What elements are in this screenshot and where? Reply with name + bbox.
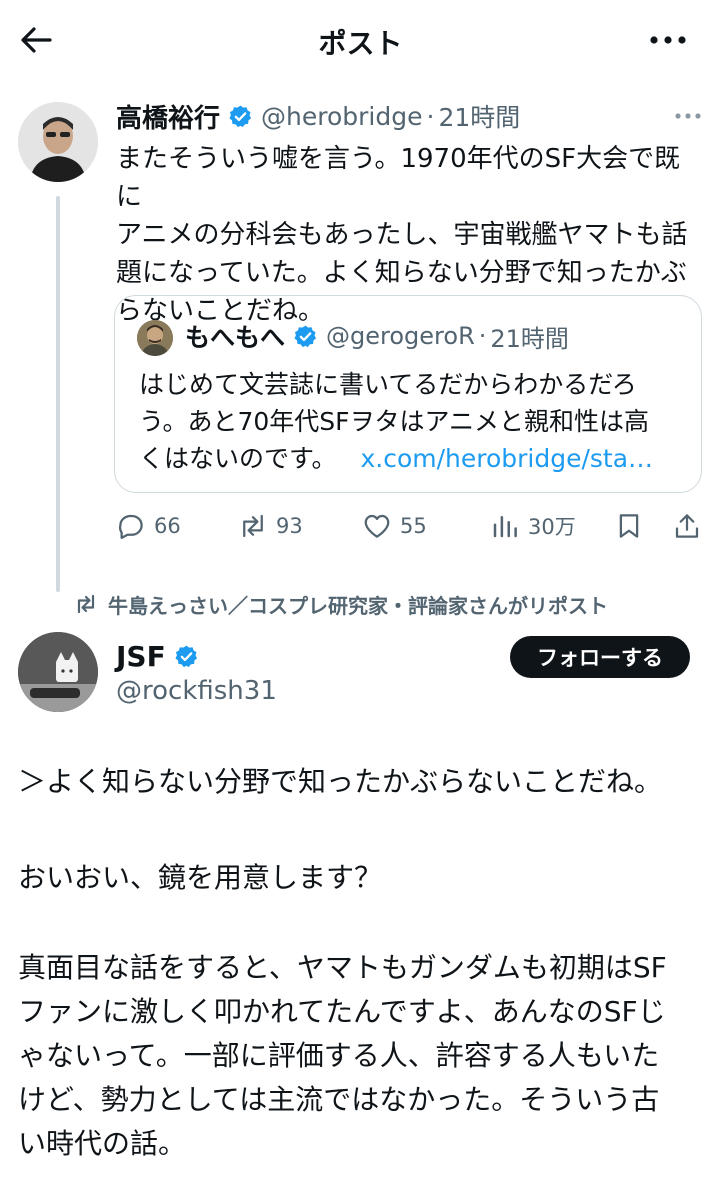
text-line: くはないのです。 x.com/herobridge/sta… [139,440,679,477]
avatar-photo [18,102,98,182]
reply-icon [118,514,143,539]
share-button[interactable] [672,508,710,544]
bookmark-icon [619,514,639,538]
avatar[interactable] [18,102,98,182]
quote-author-handle: @gerogeroR [326,322,475,350]
meta-separator: · [478,322,487,350]
view-count: 30万 [528,515,576,539]
text-line: アニメの分科会もあったし、宇宙戦艦ヤマトも話 [116,220,688,250]
like-button[interactable]: 55 [362,508,427,544]
repost-button[interactable]: 93 [238,508,303,544]
repost-icon [243,514,263,538]
meta-separator: · [426,101,435,131]
text-line: 題になっていた。よく知らない分野で知ったかぶ [116,258,687,288]
share-icon [675,514,699,538]
reply-count: 66 [154,514,181,538]
more-icon [650,36,686,44]
quote-timestamp: 21時間 [490,324,569,353]
quote-author-name: もへもへ [185,323,286,352]
verified-badge-icon [294,325,317,347]
quoted-tweet-card[interactable]: もへもへ @gerogeroR · 21時間 はじめて文芸誌に書いてるだからわか… [114,295,702,493]
quote-link[interactable]: x.com/herobridge/sta… [360,444,653,473]
tweet-more-button[interactable] [672,104,704,128]
author-handle[interactable]: @rockfish31 [116,676,277,706]
verified-badge-icon [175,645,197,668]
reply-button[interactable]: 66 [116,508,181,544]
repost-banner[interactable]: 牛島えっさい／コスプレ研究家・評論家さんがリポスト [74,590,608,618]
like-icon [364,514,390,538]
tweet-header: JSF [116,640,207,673]
repost-banner-text: 牛島えっさい／コスプレ研究家・評論家さんがリポスト [108,593,608,618]
follow-button[interactable]: フォローする [510,636,690,678]
text-fragment: くはないのです。 [139,444,337,473]
quote-text: はじめて文芸誌に書いてるだからわかるだろ う。あと70年代SFヲタはアニメと親和… [139,366,679,477]
tweet-header: 高橋裕行 @herobridge · 21時間 [116,98,520,134]
timestamp[interactable]: 21時間 [438,98,520,134]
tweet-paragraph: ＞よく知らない分野で知ったかぶらないことだね。 [18,765,663,798]
avatar-photo [18,632,98,712]
author-name[interactable]: 高橋裕行 [116,98,220,135]
author-name[interactable]: JSF [116,640,166,673]
more-icon [675,113,701,119]
like-count: 55 [400,514,427,538]
text-line: う。あと70年代SFヲタはアニメと親和性は高 [139,407,650,436]
repost-count: 93 [276,514,303,538]
verified-badge-icon [229,105,252,127]
text-line: またそういう嘘を言う。1970年代のSF大会で既に [116,144,681,212]
avatar[interactable] [18,632,98,712]
page-title: ポスト [318,27,403,60]
views-icon [493,516,517,538]
repost-icon [77,594,95,614]
views-button[interactable]: 30万 [490,508,576,544]
author-handle[interactable]: @herobridge [261,102,422,131]
avatar-photo [137,320,173,356]
thread-line [56,196,60,592]
tweet-paragraph: おいおい、鏡を用意します？ [18,861,383,894]
bookmark-button[interactable] [614,508,652,544]
quote-header: もへもへ @gerogeroR · 21時間 [185,316,569,356]
quote-avatar [137,320,173,356]
tweet-paragraph: 真面目な話をすると、ヤマトもガンダムも初期はSF ファンに激しく叩かれてたんです… [18,951,667,1160]
more-options-button[interactable] [648,26,688,54]
text-line: はじめて文芸誌に書いてるだからわかるだろ [139,370,637,399]
